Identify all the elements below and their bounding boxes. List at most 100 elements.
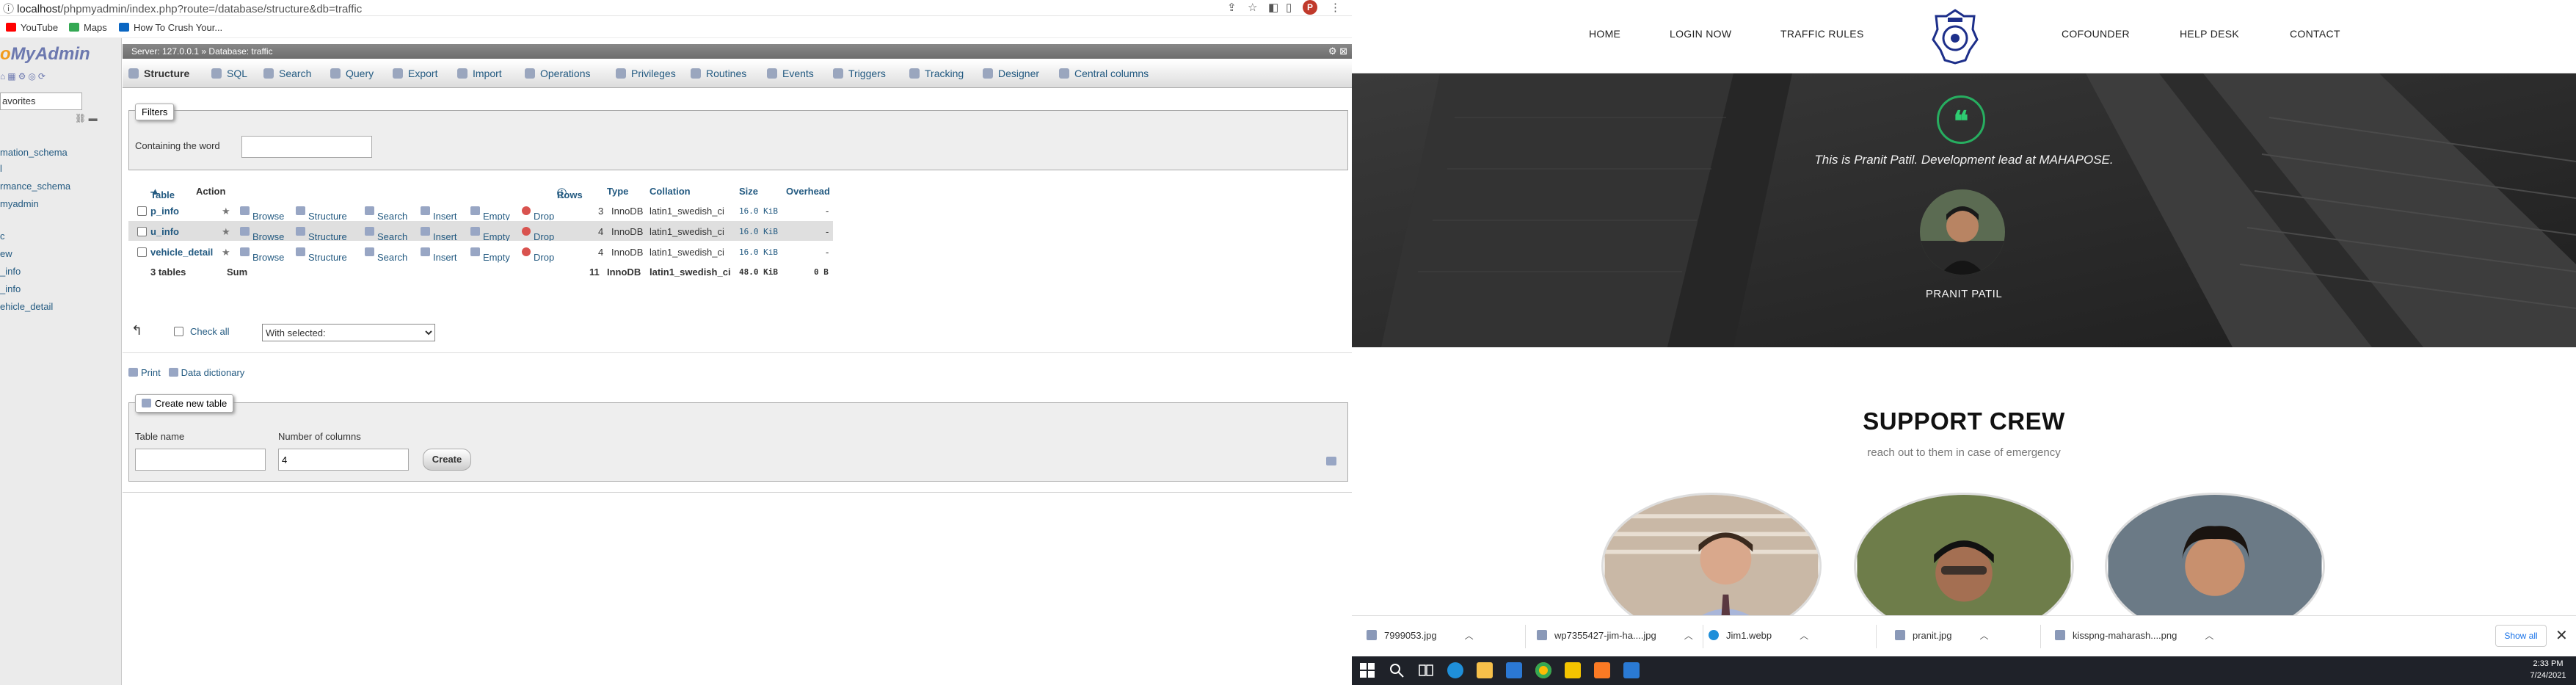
structure-link[interactable]: Structure xyxy=(296,247,347,263)
nav-help-desk[interactable]: HELP DESK xyxy=(2180,28,2239,40)
nav-contact[interactable]: CONTACT xyxy=(2290,28,2340,40)
extension-icon[interactable]: ◧ xyxy=(1268,1,1278,14)
chrome-icon[interactable] xyxy=(1535,662,1551,678)
bookmark-maps[interactable]: Maps xyxy=(69,22,107,33)
insert-link[interactable]: Insert xyxy=(421,247,457,263)
bookmark-linkedin[interactable]: How To Crush Your... xyxy=(119,22,222,33)
size[interactable]: 16.0 KiB xyxy=(739,247,778,257)
search-link[interactable]: Search xyxy=(365,206,407,222)
table-name[interactable]: p_info xyxy=(150,206,179,217)
browse-link[interactable]: Browse xyxy=(240,247,284,263)
size[interactable]: 16.0 KiB xyxy=(739,227,778,236)
download-item[interactable]: kisspng-maharash....png ︿ xyxy=(2055,629,2213,642)
chevron-up-icon[interactable]: ︿ xyxy=(1465,631,1474,641)
search-link[interactable]: Search xyxy=(365,226,407,242)
console-icon[interactable] xyxy=(1326,457,1336,465)
check-all-checkbox[interactable] xyxy=(174,327,183,336)
tab-designer[interactable]: Designer xyxy=(983,68,1039,79)
drop-link[interactable]: Drop xyxy=(522,206,554,222)
db-item[interactable]: myadmin xyxy=(0,198,39,209)
menu-icon[interactable]: ⋮ xyxy=(1330,1,1341,14)
tab-import[interactable]: Import xyxy=(457,68,502,79)
table-name[interactable]: u_info xyxy=(150,226,179,237)
row-checkbox[interactable] xyxy=(137,247,147,257)
bookmark-youtube[interactable]: YouTube xyxy=(6,22,58,33)
show-all-button[interactable]: Show all xyxy=(2495,625,2547,647)
search-icon[interactable] xyxy=(1389,662,1405,678)
insert-link[interactable]: Insert xyxy=(421,226,457,242)
tab-routines[interactable]: Routines xyxy=(691,68,746,79)
tab-sql[interactable]: SQL xyxy=(211,68,247,79)
size[interactable]: 16.0 KiB xyxy=(739,206,778,216)
empty-link[interactable]: Empty xyxy=(470,226,510,242)
table-name-input[interactable] xyxy=(135,449,266,471)
download-item[interactable]: pranit.jpg ︿ xyxy=(1895,629,1989,642)
tab-events[interactable]: Events xyxy=(767,68,814,79)
chevron-up-icon[interactable]: ︿ xyxy=(1684,631,1693,641)
favorite-star-icon[interactable]: ★ xyxy=(222,226,230,238)
file-explorer-icon[interactable] xyxy=(1477,662,1493,678)
db-item[interactable]: mation_schema xyxy=(0,147,68,158)
tab-tracking[interactable]: Tracking xyxy=(909,68,964,79)
db-item-traffic[interactable]: c xyxy=(0,231,5,242)
tab-triggers[interactable]: Triggers xyxy=(833,68,886,79)
db-item-new[interactable]: ew xyxy=(0,248,12,259)
link-icon[interactable]: ⛓ ▬ xyxy=(75,113,98,123)
table-item[interactable]: _info xyxy=(0,266,21,277)
db-item[interactable]: rmance_schema xyxy=(0,181,70,192)
favorites-tab[interactable]: avorites xyxy=(0,93,82,110)
empty-link[interactable]: Empty xyxy=(470,247,510,263)
tab-search[interactable]: Search xyxy=(263,68,311,79)
table-item[interactable]: ehicle_detail xyxy=(0,301,53,312)
structure-link[interactable]: Structure xyxy=(296,206,347,222)
row-checkbox[interactable] xyxy=(137,227,147,236)
search-link[interactable]: Search xyxy=(365,247,407,263)
profile-avatar[interactable]: P xyxy=(1303,0,1317,15)
create-button[interactable]: Create xyxy=(423,449,471,471)
table-name[interactable]: vehicle_detail xyxy=(150,247,213,258)
col-table[interactable]: Table ▲ xyxy=(150,186,175,200)
db-item[interactable]: l xyxy=(0,163,2,174)
chevron-up-icon[interactable]: ︿ xyxy=(2205,631,2213,641)
clock-time[interactable]: 2:33 PM xyxy=(2526,659,2570,668)
mail-icon[interactable] xyxy=(1506,662,1522,678)
pma-logo[interactable]: oMyAdmin xyxy=(0,44,90,65)
chevron-up-icon[interactable]: ︿ xyxy=(1979,631,1988,641)
drop-link[interactable]: Drop xyxy=(522,226,554,242)
col-collation[interactable]: Collation xyxy=(650,186,691,197)
police-emblem-icon[interactable] xyxy=(1930,7,1980,65)
settings-icon[interactable]: ⚙ ⊠ xyxy=(1328,46,1347,57)
table-item[interactable]: _info xyxy=(0,283,21,294)
chevron-up-icon[interactable]: ︿ xyxy=(1800,631,1808,641)
download-item[interactable]: Jim1.webp ︿ xyxy=(1709,629,1808,642)
print-link[interactable]: Print xyxy=(128,367,161,378)
url-text[interactable]: ⓘ localhost/phpmyadmin/index.php?route=/… xyxy=(3,1,362,16)
col-type[interactable]: Type xyxy=(607,186,628,197)
favorite-star-icon[interactable]: ★ xyxy=(222,206,230,217)
clock-date[interactable]: 7/24/2021 xyxy=(2526,671,2570,680)
tab-query[interactable]: Query xyxy=(330,68,374,79)
vscode-icon[interactable] xyxy=(1623,662,1640,678)
sidebar-icon[interactable]: ▯ xyxy=(1286,1,1292,14)
filter-input[interactable] xyxy=(241,136,372,158)
insert-link[interactable]: Insert xyxy=(421,206,457,222)
nav-icons[interactable]: ⌂▦⚙◎⟳ xyxy=(0,71,48,81)
tab-structure[interactable]: Structure xyxy=(128,68,189,79)
columns-input[interactable] xyxy=(278,449,409,471)
download-item[interactable]: 7999053.jpg ︿ xyxy=(1367,629,1474,642)
nav-cofounder[interactable]: COFOUNDER xyxy=(2062,28,2130,40)
browse-link[interactable]: Browse xyxy=(240,206,284,222)
download-item[interactable]: wp7355427-jim-ha....jpg ︿ xyxy=(1537,629,1693,642)
tab-export[interactable]: Export xyxy=(393,68,437,79)
structure-link[interactable]: Structure xyxy=(296,226,347,242)
task-view-icon[interactable] xyxy=(1418,662,1434,678)
row-checkbox[interactable] xyxy=(137,206,147,216)
share-icon[interactable]: ⇪ xyxy=(1227,1,1237,14)
tab-central-columns[interactable]: Central columns xyxy=(1059,68,1149,79)
windows-start-icon[interactable] xyxy=(1359,662,1375,678)
nav-home[interactable]: HOME xyxy=(1589,28,1620,40)
sticky-notes-icon[interactable] xyxy=(1565,662,1581,678)
nav-login[interactable]: LOGIN NOW xyxy=(1670,28,1731,40)
empty-link[interactable]: Empty xyxy=(470,206,510,222)
check-all-label[interactable]: Check all xyxy=(190,326,229,337)
